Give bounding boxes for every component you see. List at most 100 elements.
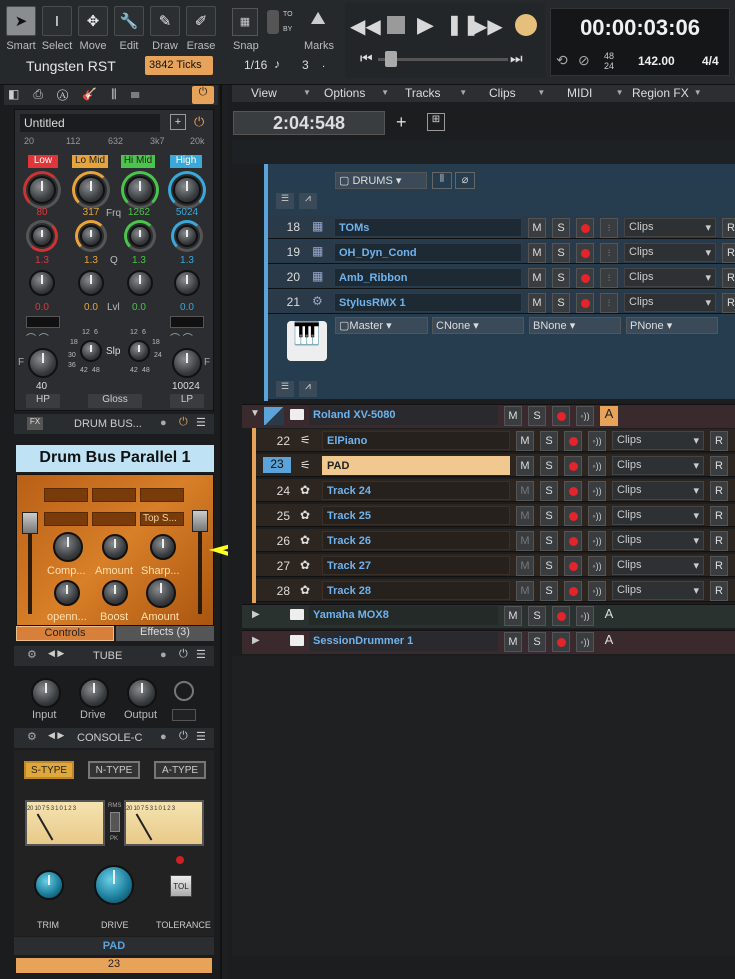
gloss-button[interactable]: Gloss (88, 394, 142, 408)
mute-button[interactable]: M (528, 218, 546, 238)
yamaha-record[interactable] (552, 606, 570, 626)
stylus-p-select[interactable]: PNone ▾ (626, 317, 718, 334)
lp-button[interactable]: LP (170, 394, 204, 408)
clips-dropdown[interactable]: Clips ▾ (612, 581, 704, 600)
clips-dropdown[interactable]: Clips ▾ (624, 218, 716, 237)
mute-button[interactable]: M (516, 481, 534, 501)
read-automation-button[interactable]: R (710, 431, 728, 451)
waveform-toggle-icon[interactable]: ⫶ (600, 293, 618, 313)
comp-knob[interactable] (53, 532, 83, 562)
position-display[interactable]: 2:04:548 (233, 111, 385, 135)
input-echo-button[interactable]: ◦)) (588, 431, 606, 451)
clips-dropdown[interactable]: Clips ▾ (612, 456, 704, 475)
clips-dropdown[interactable]: Clips ▾ (612, 481, 704, 500)
tol-button[interactable]: TOL (170, 875, 192, 897)
eq-power-icon[interactable]: ⏻ (194, 114, 204, 130)
duplicate-icon[interactable]: ⊞ (427, 113, 445, 131)
tube-drive-knob[interactable] (79, 678, 109, 708)
solo-button[interactable]: S (540, 556, 558, 576)
record-button[interactable] (576, 218, 594, 238)
lp-slope-knob[interactable] (128, 340, 150, 362)
trim-knob[interactable] (34, 870, 64, 900)
mute-button[interactable]: M (516, 431, 534, 451)
low-freq-knob[interactable] (28, 176, 56, 204)
rms-pk-toggle[interactable] (110, 812, 120, 832)
boost-knob[interactable] (102, 580, 128, 606)
go-start-icon[interactable]: ⏮ (360, 50, 373, 67)
record-button[interactable] (564, 456, 582, 476)
clips-dropdown[interactable]: Clips ▾ (612, 531, 704, 550)
yamaha-folder-name[interactable]: Yamaha MOX8 (309, 606, 498, 625)
record-button[interactable] (564, 481, 582, 501)
s-type-button[interactable]: S-TYPE (24, 761, 74, 779)
track-name[interactable]: Amb_Ribbon (334, 268, 522, 287)
clips-dropdown[interactable]: Clips ▾ (612, 556, 704, 575)
tempo-display[interactable]: 142.00 (638, 54, 675, 68)
waveform-toggle-icon[interactable]: ⫶ (600, 243, 618, 263)
track-name[interactable]: Track 28 (322, 581, 510, 600)
record-button[interactable] (576, 243, 594, 263)
mute-button[interactable]: M (516, 581, 534, 601)
waveform-toggle-icon[interactable]: ⫶ (600, 268, 618, 288)
automation-icon-1[interactable]: ⩘ (299, 193, 317, 209)
record-button[interactable] (564, 531, 582, 551)
lp-knob[interactable] (172, 348, 202, 378)
mute-button[interactable]: M (516, 456, 534, 476)
left-fader-handle[interactable] (22, 512, 38, 534)
yamaha-input-echo[interactable]: ◦)) (576, 606, 594, 626)
tube-menu-dot[interactable]: ● (160, 649, 167, 661)
snap-count[interactable]: 3 (302, 58, 309, 72)
right-fader-handle[interactable] (192, 510, 208, 532)
inspector-tab-icons[interactable]: ◧⎙Ⓐ🎸⫼☰ (8, 87, 154, 102)
input-echo-button[interactable]: ◦)) (588, 556, 606, 576)
roland-solo[interactable]: S (528, 406, 546, 426)
marks-button[interactable]: ⛰ (303, 8, 333, 36)
track-name[interactable]: PAD (322, 456, 510, 475)
sessiondrummer-solo[interactable]: S (528, 632, 546, 652)
read-automation-button[interactable]: R (722, 268, 735, 288)
solo-button[interactable]: S (540, 481, 558, 501)
play-icon[interactable]: ▶ (417, 12, 434, 38)
himid-freq-knob[interactable] (126, 176, 154, 204)
fx-rack-menu-dot[interactable]: ● (160, 417, 167, 429)
input-echo-button[interactable]: ◦)) (588, 506, 606, 526)
edit-tool-button[interactable]: 🔧 (114, 6, 144, 36)
drums-output-select[interactable]: ▢ DRUMS ▾ (335, 172, 427, 189)
console-prev-icon[interactable]: ◀ ▶ (48, 730, 64, 741)
meter-display[interactable]: 4/4 (702, 54, 719, 68)
band-lomid-label[interactable]: Lo Mid (72, 155, 108, 168)
high-lvl-knob[interactable] (174, 270, 200, 296)
fast-forward-icon[interactable]: ▶▶ (472, 14, 503, 39)
roland-folder-name[interactable]: Roland XV-5080 (309, 406, 498, 425)
hp-button[interactable]: HP (26, 394, 60, 408)
draw-tool-button[interactable]: ✎ (150, 6, 180, 36)
read-automation-button[interactable]: R (710, 506, 728, 526)
roland-mute[interactable]: M (504, 406, 522, 426)
effects-tab[interactable]: Effects (3) (116, 626, 214, 641)
loop-icon[interactable]: ⟲ (556, 52, 568, 69)
track-name[interactable]: ElPiano (322, 431, 510, 450)
tube-menu-icon[interactable]: ☰ (196, 648, 206, 661)
mute-button[interactable]: M (528, 293, 546, 313)
read-automation-button[interactable]: R (710, 581, 728, 601)
macro-slot-3[interactable] (140, 488, 184, 502)
macro-slot-1[interactable] (44, 488, 88, 502)
n-type-button[interactable]: N-TYPE (88, 761, 140, 779)
track-name[interactable]: TOMs (334, 218, 522, 237)
input-echo-button[interactable]: ◦)) (588, 481, 606, 501)
record-button[interactable] (576, 293, 594, 313)
select-tool-button[interactable]: I (42, 6, 72, 36)
lomid-q-knob[interactable] (80, 225, 102, 247)
lomid-freq-knob[interactable] (77, 176, 105, 204)
sessiondrummer-record[interactable] (552, 632, 570, 652)
macro-slot-2[interactable] (92, 488, 136, 502)
clips-dropdown[interactable]: Clips ▾ (612, 506, 704, 525)
sessiondrummer-expand-icon[interactable]: ▶ (252, 635, 260, 646)
read-automation-button[interactable]: R (710, 556, 728, 576)
read-automation-button[interactable]: R (722, 243, 735, 263)
controls-tab[interactable]: Controls (16, 626, 114, 641)
track-name[interactable]: Track 27 (322, 556, 510, 575)
read-automation-button[interactable]: R (710, 481, 728, 501)
position-slider[interactable] (378, 58, 508, 61)
mute-button[interactable]: M (516, 531, 534, 551)
